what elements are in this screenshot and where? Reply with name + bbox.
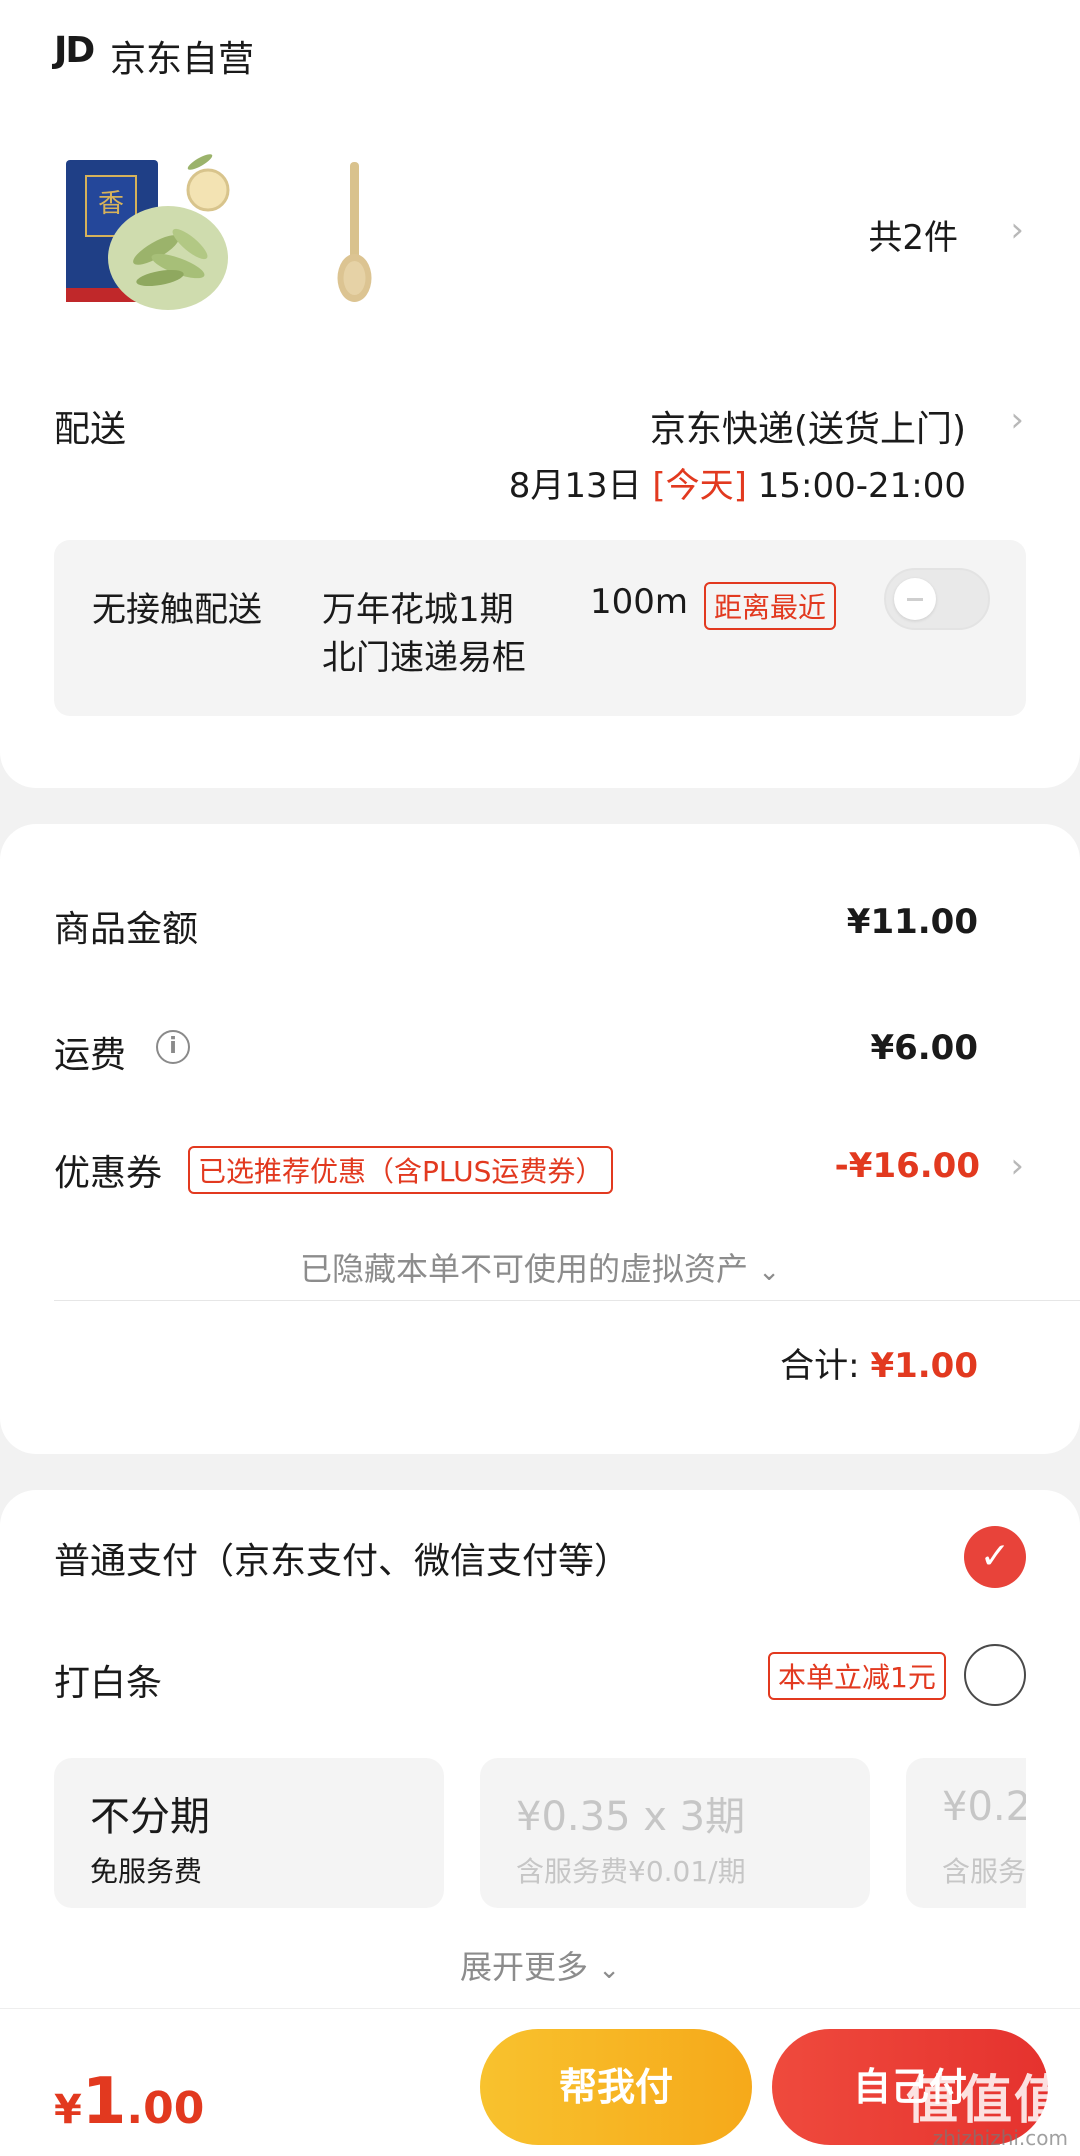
installment-plan-3[interactable]: ¥0.35 x 3期 含服务费¥0.01/期	[480, 1758, 870, 1908]
contactless-toggle[interactable]	[884, 568, 990, 630]
watermark-url: zhizhizhi.com	[932, 2126, 1068, 2150]
goods-amount-value: ¥11.00	[846, 902, 978, 942]
svg-text:香: 香	[98, 189, 124, 219]
toggle-knob	[894, 578, 936, 620]
info-icon[interactable]: i	[156, 1030, 190, 1064]
plan-subtitle: 免服务费	[90, 1855, 203, 1888]
total-value: ¥1.00	[870, 1346, 978, 1386]
baitiao-radio[interactable]	[964, 1644, 1026, 1706]
watermark-logo: 值值值	[905, 2071, 1068, 2131]
checkout-total: ¥1.00	[54, 2065, 204, 2139]
installment-plan-none[interactable]: 不分期 免服务费	[54, 1758, 444, 1908]
baitiao-label[interactable]: 打白条	[54, 1654, 162, 1706]
amount-integer: 1	[81, 2065, 127, 2139]
chevron-down-icon: ⌄	[598, 1955, 620, 1985]
shop-name: 京东自营	[110, 39, 255, 80]
pickup-distance: 100m	[590, 582, 689, 622]
expand-more-label: 展开更多	[460, 1948, 589, 1986]
jd-logo: JD	[54, 30, 95, 71]
normal-pay-label[interactable]: 普通支付（京东支付、微信支付等）	[54, 1532, 630, 1584]
chevron-right-icon[interactable]: ›	[1010, 1146, 1024, 1186]
hidden-assets-toggle[interactable]: 已隐藏本单不可使用的虚拟资产 ⌄	[0, 1244, 1080, 1290]
installment-plan-6[interactable]: ¥0.2 含服务费	[906, 1758, 1026, 1908]
plan-subtitle: 含服务费¥0.01/期	[516, 1855, 746, 1888]
delivery-method[interactable]: 京东快递(送货上门)	[650, 400, 966, 452]
chevron-right-icon[interactable]: ›	[1010, 400, 1024, 440]
product-image-tea[interactable]: 香	[60, 150, 230, 320]
pickup-location-line1: 万年花城1期	[322, 590, 514, 630]
delivery-date: 8月13日	[508, 466, 642, 506]
shipping-label: 运费	[54, 1035, 127, 1076]
plan-title: 不分期	[90, 1794, 210, 1840]
currency-symbol: ¥	[54, 2087, 82, 2133]
divider	[54, 1300, 1080, 1301]
coupon-tag[interactable]: 已选推荐优惠（含PLUS运费券）	[188, 1146, 614, 1194]
item-count-label: 共2件	[868, 218, 958, 258]
item-count[interactable]: 共2件	[868, 210, 958, 259]
wooden-spoon-icon	[337, 162, 372, 302]
goods-amount-label: 商品金额	[54, 909, 199, 950]
normal-pay-radio[interactable]: ✓	[964, 1526, 1026, 1588]
delivery-time-range: 15:00-21:00	[757, 466, 966, 506]
chevron-right-icon[interactable]: ›	[1010, 210, 1024, 250]
pickup-location-line2: 北门速递易柜	[322, 638, 526, 678]
coupon-label: 优惠券	[54, 1153, 163, 1194]
price-card: 商品金额 ¥11.00 运费 i ¥6.00 优惠券 已选推荐优惠（含PLUS运…	[0, 824, 1080, 1454]
nearest-badge: 距离最近	[704, 582, 837, 630]
total-label: 合计:	[780, 1346, 860, 1386]
plan-subtitle: 含服务费	[942, 1855, 1026, 1888]
plan-title: ¥0.35 x 3期	[516, 1794, 746, 1840]
delivery-time[interactable]: 8月13日 [今天] 15:00-21:00	[509, 458, 966, 507]
shipping-value: ¥6.00	[870, 1028, 978, 1068]
plan-title: ¥0.2	[942, 1784, 1026, 1830]
product-image-spoon[interactable]	[270, 150, 440, 320]
contactless-delivery-panel: 无接触配送 万年花城1期 100m 距离最近 北门速递易柜	[54, 540, 1026, 716]
expand-more-toggle[interactable]: 展开更多 ⌄	[0, 1942, 1080, 1988]
chevron-down-icon: ⌄	[758, 1257, 780, 1287]
total-row: 合计: ¥1.00	[780, 1338, 978, 1387]
checkmark-icon: ✓	[979, 1536, 1011, 1577]
order-card: JD 京东自营 香 共2件 › 配送 京东快递(送货上门) › 8月13日 [今…	[0, 0, 1080, 788]
amount-decimal: .00	[126, 2083, 205, 2134]
baitiao-discount-badge: 本单立减1元	[768, 1652, 946, 1700]
help-pay-button[interactable]: 帮我付	[480, 2029, 752, 2145]
contactless-label: 无接触配送	[92, 590, 262, 630]
coupon-value[interactable]: -¥16.00	[835, 1146, 980, 1186]
today-tag: [今天]	[652, 466, 747, 506]
tea-package-icon: 香	[66, 154, 230, 310]
hidden-assets-label: 已隐藏本单不可使用的虚拟资产	[300, 1250, 749, 1288]
delivery-label: 配送	[54, 409, 127, 450]
